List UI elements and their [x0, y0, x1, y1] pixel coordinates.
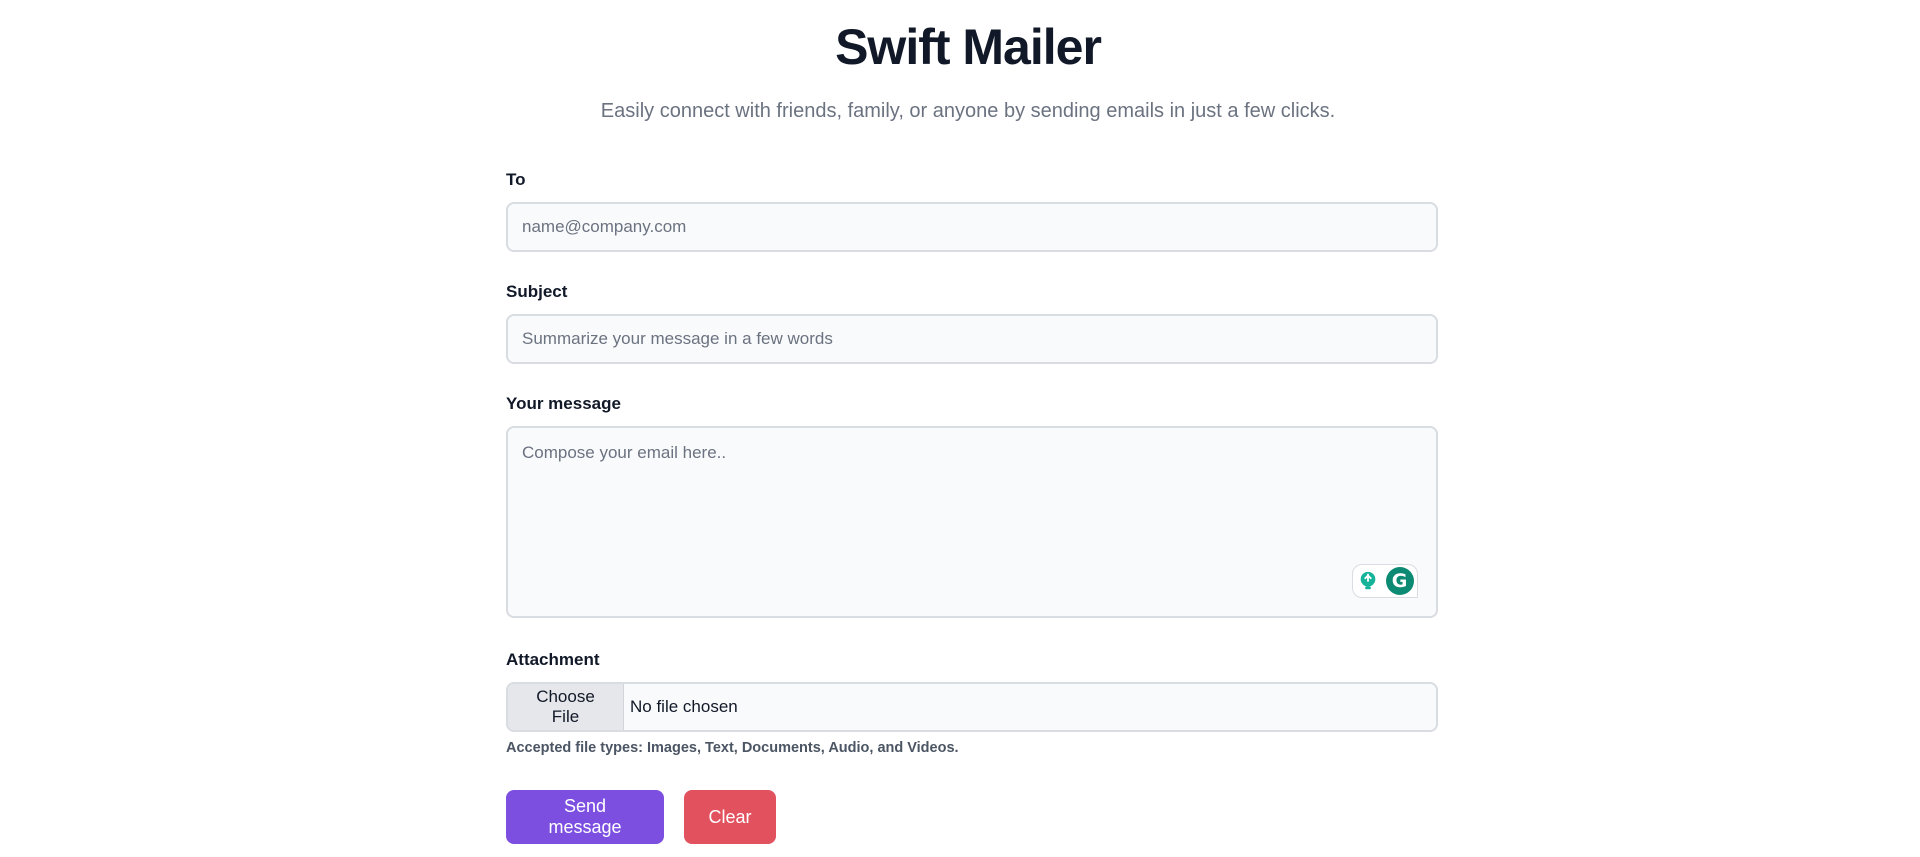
- subject-label: Subject: [506, 282, 568, 301]
- page-subtitle: Easily connect with friends, family, or …: [600, 100, 1336, 122]
- subject-group: Subject: [506, 282, 1438, 364]
- grammarly-widget[interactable]: G: [1352, 564, 1418, 598]
- choose-file-button[interactable]: Choose File: [508, 684, 624, 730]
- page-title: Swift Mailer: [835, 19, 1102, 75]
- file-input[interactable]: Choose File No file chosen: [506, 682, 1438, 732]
- message-label: Your message: [506, 394, 621, 413]
- form-actions: Send message Clear: [506, 790, 1438, 844]
- grammarly-letter: G: [1391, 570, 1408, 592]
- clear-button[interactable]: Clear: [684, 790, 776, 844]
- page: Swift Mailer Easily connect with friends…: [0, 0, 1920, 857]
- grammarly-icon[interactable]: G: [1385, 567, 1414, 595]
- file-status: No file chosen: [630, 697, 738, 716]
- email-form: To Subject Your message G: [506, 170, 1438, 844]
- to-label: To: [506, 170, 526, 189]
- attachment-label: Attachment: [506, 650, 600, 669]
- file-types-hint: Accepted file types: Images, Text, Docum…: [506, 740, 959, 756]
- message-textarea[interactable]: [506, 426, 1438, 618]
- send-message-button[interactable]: Send message: [506, 790, 664, 844]
- lightbulb-icon[interactable]: [1357, 570, 1379, 592]
- subject-input[interactable]: [506, 314, 1438, 364]
- message-group: Your message G: [506, 394, 1438, 618]
- to-input[interactable]: [506, 202, 1438, 252]
- message-wrapper: G: [506, 426, 1438, 618]
- to-group: To: [506, 170, 1438, 252]
- attachment-group: Attachment Choose File No file chosen Ac…: [506, 650, 1438, 756]
